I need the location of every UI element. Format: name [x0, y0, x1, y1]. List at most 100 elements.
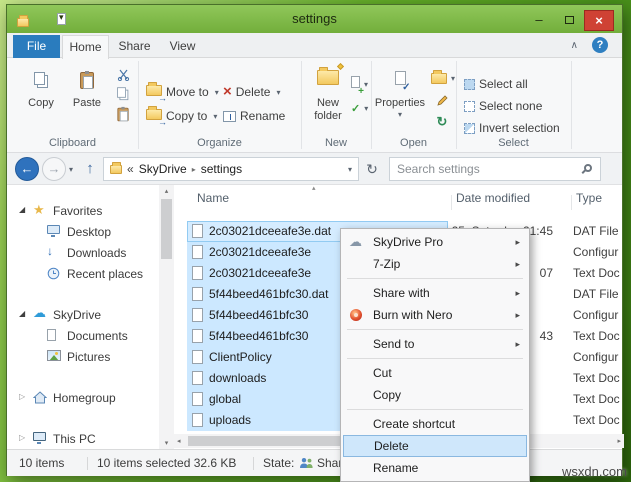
back-button[interactable]: ←	[15, 157, 39, 181]
maximize-icon	[564, 15, 574, 24]
tab-share[interactable]: Share	[111, 35, 158, 58]
forward-button[interactable]: →	[42, 157, 66, 181]
sidebar-item-downloads[interactable]: ↓ Downloads	[7, 243, 156, 264]
chevron-down-icon: ▾	[213, 111, 218, 121]
breadcrumb-item-skydrive[interactable]: SkyDrive	[139, 162, 187, 176]
search-input[interactable]	[390, 158, 578, 180]
context-menu-item-send-to[interactable]: Send to ▸	[341, 333, 529, 355]
chevron-down-icon: ▾	[364, 103, 369, 113]
breadcrumb-overflow-chevron[interactable]: «	[127, 162, 134, 176]
chevron-down-icon: ▾	[214, 87, 219, 97]
recent-places-icon	[47, 267, 60, 283]
tab-view[interactable]: View	[159, 35, 206, 58]
paste-icon	[80, 70, 94, 89]
maximize-button[interactable]	[554, 10, 584, 31]
select-all-button[interactable]: Select all	[464, 74, 528, 94]
menu-item-label: Cut	[373, 366, 392, 380]
context-menu-item-cut[interactable]: Cut	[341, 362, 529, 384]
context-menu-item-rename[interactable]: Rename	[341, 457, 529, 479]
scrollbar-up-arrow[interactable]: ▴	[159, 187, 174, 195]
sidebar-item-pictures[interactable]: Pictures	[7, 347, 156, 368]
skydrive-pro-icon: ☁	[349, 234, 362, 249]
column-header-type[interactable]: Type	[576, 191, 602, 213]
rename-button[interactable]: Rename	[223, 106, 285, 126]
context-menu-item-share-with[interactable]: Share with ▸	[341, 282, 529, 304]
move-to-button[interactable]: → Move to ▾	[146, 82, 219, 103]
submenu-arrow-icon: ▸	[515, 259, 520, 269]
history-button[interactable]: ↻	[429, 112, 455, 132]
context-menu-item-create-shortcut[interactable]: Create shortcut	[341, 413, 529, 435]
up-button[interactable]: ↑	[79, 157, 101, 181]
scrollbar-down-arrow[interactable]: ▾	[159, 439, 174, 447]
sidebar-item-this-pc[interactable]: ▷ This PC	[7, 429, 156, 450]
copy-button-label: Copy	[28, 97, 54, 109]
tab-file[interactable]: File	[13, 35, 60, 58]
close-button[interactable]: ×	[584, 10, 614, 31]
address-dropdown-chevron-icon[interactable]: ▾	[348, 165, 352, 174]
file-icon	[192, 413, 203, 427]
column-divider[interactable]	[571, 195, 572, 210]
new-item-button[interactable]: + ▾	[351, 74, 368, 97]
column-divider[interactable]	[451, 195, 452, 210]
context-menu-item-delete[interactable]: Delete	[343, 435, 527, 457]
pictures-icon	[47, 350, 61, 361]
context-menu-item-copy[interactable]: Copy	[341, 384, 529, 406]
help-icon: ?	[596, 39, 604, 51]
sidebar-item-favorites[interactable]: ◢ ★ Favorites	[7, 201, 156, 222]
breadcrumb-chevron-icon[interactable]: ▸	[192, 165, 196, 174]
new-folder-button[interactable]: New folder	[304, 62, 352, 123]
sidebar-item-skydrive[interactable]: ◢ ☁ SkyDrive	[7, 305, 156, 326]
titlebar[interactable]: ▾ settings – ×	[7, 5, 622, 33]
delete-button[interactable]: × Delete ▾	[223, 82, 280, 102]
minimize-button[interactable]: –	[524, 10, 554, 31]
copy-button[interactable]: Copy	[19, 63, 63, 110]
tab-home[interactable]: Home	[62, 35, 109, 59]
column-header-date-modified[interactable]: Date modified	[456, 191, 530, 213]
ribbon-collapse-icon[interactable]: ∧	[571, 40, 578, 51]
copy-path-button[interactable]	[110, 84, 136, 104]
sidebar-item-homegroup[interactable]: ▷ Homegroup	[7, 388, 156, 409]
context-menu-item-skydrive-pro[interactable]: ☁ SkyDrive Pro ▸	[341, 231, 529, 253]
open-button[interactable]: ▾	[431, 68, 455, 88]
breadcrumb-item-settings[interactable]: settings	[201, 162, 242, 176]
scrollbar-right-arrow[interactable]: ▸	[617, 437, 621, 445]
sidebar-item-desktop[interactable]: Desktop	[7, 222, 156, 243]
edit-button[interactable]	[429, 90, 455, 110]
context-menu-item-burn-with-nero[interactable]: Burn with Nero ▸	[341, 304, 529, 326]
easy-access-button[interactable]: ✓ ▾	[351, 98, 368, 118]
favorites-star-icon: ★	[33, 202, 45, 217]
file-type: Text Doc	[573, 266, 620, 280]
scrollbar-thumb[interactable]	[161, 199, 172, 259]
expand-icon[interactable]: ▷	[19, 392, 25, 401]
scrollbar-left-arrow[interactable]: ◂	[177, 437, 181, 445]
close-icon: ×	[595, 13, 603, 28]
context-menu-item-7-zip[interactable]: 7-Zip ▸	[341, 253, 529, 275]
sidebar-item-recent-places[interactable]: Recent places	[7, 264, 156, 285]
file-icon	[192, 224, 203, 238]
search-icon[interactable]	[584, 164, 592, 172]
refresh-button[interactable]: ↻	[361, 157, 383, 181]
copy-to-icon: →	[146, 106, 167, 127]
history-dropdown-chevron-icon[interactable]: ▾	[69, 165, 73, 174]
chevron-down-icon: ▾	[397, 110, 402, 119]
new-item-icon: +	[351, 75, 364, 97]
expand-icon[interactable]: ◢	[19, 205, 25, 214]
select-none-button[interactable]: Select none	[464, 96, 542, 116]
invert-selection-button[interactable]: Invert selection	[464, 118, 560, 138]
sidebar-scrollbar[interactable]: ▴ ▾	[159, 185, 174, 449]
expand-icon[interactable]: ◢	[19, 309, 25, 318]
expand-icon[interactable]: ▷	[19, 433, 25, 442]
properties-label: Properties	[374, 97, 426, 109]
sidebar-item-documents[interactable]: Documents	[7, 326, 156, 347]
copy-to-button[interactable]: → Copy to ▾	[146, 106, 218, 127]
paste-button[interactable]: Paste	[65, 63, 109, 110]
column-header-name[interactable]: Name	[197, 191, 229, 213]
sidebar-item-label: Pictures	[67, 350, 111, 364]
paste-shortcut-button[interactable]	[110, 104, 136, 124]
breadcrumb[interactable]: « SkyDrive ▸ settings ▾	[103, 157, 359, 181]
properties-button[interactable]: ✓ Properties ▾	[373, 63, 427, 119]
downloads-icon: ↓	[47, 244, 53, 258]
cut-button[interactable]	[110, 64, 136, 84]
search-box[interactable]	[389, 157, 601, 181]
help-button[interactable]: ?	[592, 37, 608, 53]
